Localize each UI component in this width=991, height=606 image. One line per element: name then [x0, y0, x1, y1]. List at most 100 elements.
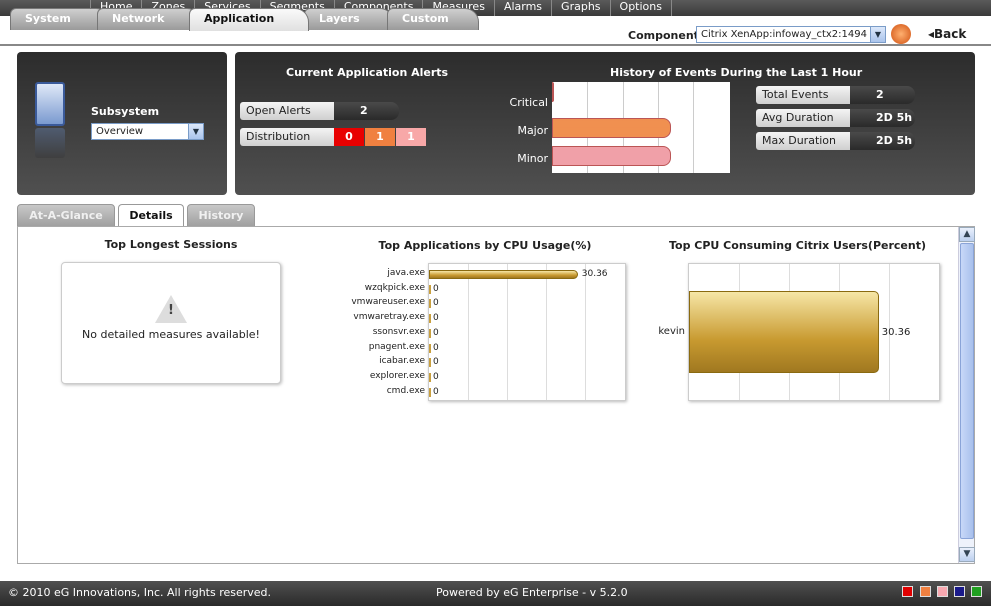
app-bar [429, 299, 431, 309]
subtab-at-a-glance[interactable]: At-A-Glance [17, 204, 115, 227]
color-swatch[interactable] [937, 586, 948, 597]
tab-layers[interactable]: Layers [304, 8, 394, 30]
subsystem-select-value: Overview [96, 126, 144, 137]
scroll-down-icon[interactable]: ▼ [959, 547, 975, 562]
app-name-label: icabar.exe [379, 356, 425, 367]
history-bar [552, 118, 672, 138]
footer: © 2010 eG Innovations, Inc. All rights r… [0, 581, 991, 606]
app-bar [429, 372, 431, 382]
history-value: 1 [675, 149, 682, 160]
subtab-history[interactable]: History [187, 204, 255, 227]
app-name-label: java.exe [387, 268, 425, 278]
history-label-critical: Critical [509, 96, 548, 109]
app-name-label: pnagent.exe [368, 341, 425, 352]
app-value-label: 0 [433, 327, 439, 338]
alerts-panel: Current Application Alerts Open Alerts 2… [235, 52, 975, 195]
user-chart-title: Top CPU Consuming Citrix Users(Percent) [668, 239, 926, 252]
app-gridline [468, 264, 469, 400]
stat-value: 2D 5h [850, 109, 915, 127]
app-value-label: 0 [433, 357, 439, 368]
alerts-title: Current Application Alerts [286, 66, 449, 79]
stat-label: Total Events [756, 86, 850, 104]
app-name-label: explorer.exe [369, 370, 425, 381]
app-name-label: vmwaretray.exe [353, 312, 425, 323]
component-label: Component [628, 29, 699, 42]
warning-mark: ! [168, 303, 174, 318]
menu-options[interactable]: Options [609, 0, 672, 16]
app-bar [429, 343, 431, 353]
history-label-minor: Minor [517, 152, 548, 165]
app-chart-title: Top Applications by CPU Usage(%) [378, 239, 592, 252]
app-gridline [546, 264, 547, 400]
color-swatch[interactable] [971, 586, 982, 597]
app-bar [429, 284, 431, 294]
app-bar [429, 270, 578, 279]
history-title: History of Events During the Last 1 Hour [610, 66, 863, 79]
stat-avg-duration: Avg Duration 2D 5h [756, 109, 915, 127]
dist-major[interactable]: 1 [365, 128, 395, 146]
component-select[interactable]: Citrix XenApp:infoway_ctx2:1494 ▼ [696, 26, 886, 43]
subsystem-label: Subsystem [91, 105, 160, 118]
open-alerts-label: Open Alerts [240, 102, 334, 120]
menu-alarms[interactable]: Alarms [493, 0, 551, 16]
app-bar [429, 328, 431, 338]
stat-label: Max Duration [756, 132, 850, 150]
menu-graphs[interactable]: Graphs [551, 0, 609, 16]
app-value-label: 0 [433, 371, 439, 382]
scrollbar[interactable]: ▲ ▼ [958, 227, 975, 563]
history-value: 0 [558, 85, 565, 96]
app-value-label: 0 [433, 298, 439, 309]
component-select-value: Citrix XenApp:infoway_ctx2:1494 [701, 29, 867, 40]
history-gridline [693, 82, 694, 173]
distribution-label: Distribution [240, 128, 334, 146]
color-swatch[interactable] [902, 586, 913, 597]
clipboard-reflection [35, 128, 65, 158]
back-button-label: Back [934, 27, 967, 41]
app-name-label: vmwareuser.exe [351, 297, 425, 308]
color-swatch[interactable] [920, 586, 931, 597]
back-button[interactable]: ◂Back [928, 27, 966, 41]
tab-network[interactable]: Network [97, 8, 201, 30]
app-bar [429, 314, 431, 324]
scroll-up-icon[interactable]: ▲ [959, 227, 975, 242]
tab-system[interactable]: System [10, 8, 110, 30]
stat-total-events: Total Events 2 [756, 86, 915, 104]
stat-max-duration: Max Duration 2D 5h [756, 132, 915, 150]
app-bar [429, 387, 431, 397]
history-chart: 0 1 1 [552, 82, 730, 173]
clipboard-icon [35, 82, 65, 126]
user-value-label: 30.36 [881, 327, 911, 338]
subsystem-panel: Subsystem Overview ▼ [17, 52, 227, 195]
sessions-box [61, 262, 281, 384]
history-bar [552, 82, 554, 102]
color-swatch[interactable] [954, 586, 965, 597]
app-name-label: wzqkpick.exe [364, 282, 425, 293]
chevron-down-icon[interactable]: ▼ [870, 27, 885, 42]
open-alerts-value: 2 [334, 102, 399, 120]
app-value-label: 0 [433, 386, 439, 397]
user-cpu-chart: 30.36 [688, 263, 940, 401]
tab-custom[interactable]: Custom [387, 8, 479, 30]
user-bar [689, 291, 879, 373]
tab-divider [0, 44, 991, 46]
dist-minor[interactable]: 1 [396, 128, 426, 146]
dist-critical[interactable]: 0 [334, 128, 364, 146]
scroll-thumb[interactable] [960, 243, 974, 539]
chevron-down-icon[interactable]: ▼ [188, 124, 203, 139]
copyright: © 2010 eG Innovations, Inc. All rights r… [8, 586, 272, 599]
distribution-pill: Distribution [240, 128, 334, 146]
sessions-title: Top Longest Sessions [104, 238, 238, 251]
subsystem-select[interactable]: Overview ▼ [91, 123, 204, 140]
app-value-label: 0 [433, 313, 439, 324]
history-label-major: Major [517, 124, 548, 137]
tab-application[interactable]: Application [189, 8, 309, 31]
subtab-details[interactable]: Details [118, 204, 184, 228]
component-icon[interactable] [891, 24, 911, 44]
user-name-label: kevin [658, 326, 685, 337]
stat-value: 2D 5h [850, 132, 915, 150]
app-gridline [507, 264, 508, 400]
open-alerts-pill: Open Alerts 2 [240, 102, 399, 120]
history-value: 1 [675, 121, 682, 132]
stat-value: 2 [850, 86, 915, 104]
app-name-label: ssonsvr.exe [372, 326, 425, 337]
